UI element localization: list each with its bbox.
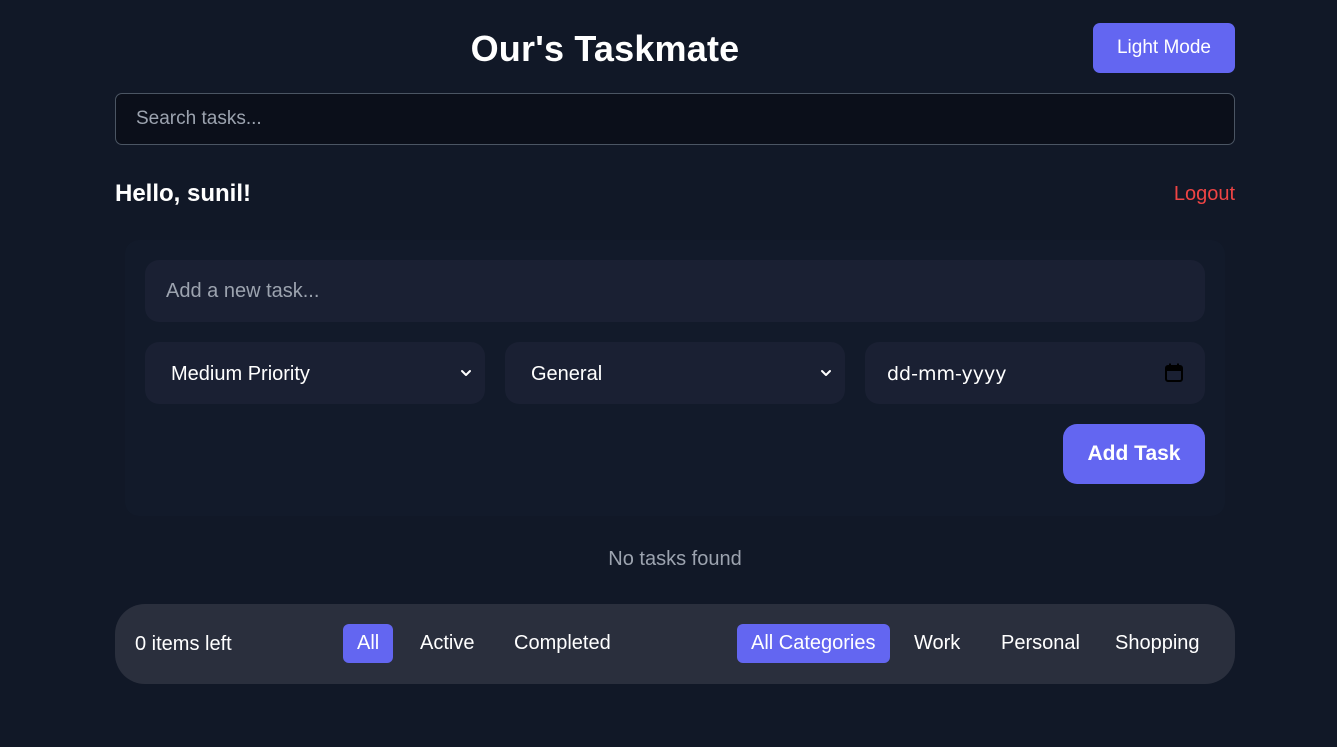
page-title: Our's Taskmate [470, 28, 740, 69]
user-greeting: Hello, sunil! [115, 180, 252, 207]
chevron-down-icon [821, 370, 831, 376]
due-date-value: dd-mm-yyyy [887, 363, 1007, 385]
items-left-count: 0 items left [135, 633, 232, 655]
category-filter-work[interactable]: Work [900, 624, 974, 663]
category-filter-shopping[interactable]: Shopping [1101, 624, 1214, 663]
filter-active[interactable]: Active [406, 624, 488, 663]
new-task-input[interactable] [145, 260, 1205, 322]
theme-toggle-button[interactable]: Light Mode [1093, 23, 1235, 73]
category-select-value: General [531, 363, 603, 385]
priority-select[interactable]: Medium Priority [145, 342, 485, 404]
search-input[interactable] [115, 93, 1235, 145]
empty-tasks-message: No tasks found [608, 548, 742, 570]
chevron-down-icon [461, 370, 471, 376]
calendar-icon[interactable] [1165, 363, 1183, 382]
category-filter-personal[interactable]: Personal [987, 624, 1094, 663]
logout-link[interactable]: Logout [1120, 183, 1235, 206]
taskmate-app: Our's Taskmate Light Mode Hello, sunil! … [0, 0, 1337, 747]
filter-bar: 0 items left All Active Completed All Ca… [115, 604, 1235, 684]
category-filter-all[interactable]: All Categories [737, 624, 890, 663]
priority-select-value: Medium Priority [171, 363, 310, 385]
category-select[interactable]: General [505, 342, 845, 404]
add-task-button[interactable]: Add Task [1063, 424, 1205, 484]
due-date-input[interactable]: dd-mm-yyyy [865, 342, 1205, 404]
filter-all[interactable]: All [343, 624, 394, 663]
filter-completed[interactable]: Completed [500, 624, 625, 663]
